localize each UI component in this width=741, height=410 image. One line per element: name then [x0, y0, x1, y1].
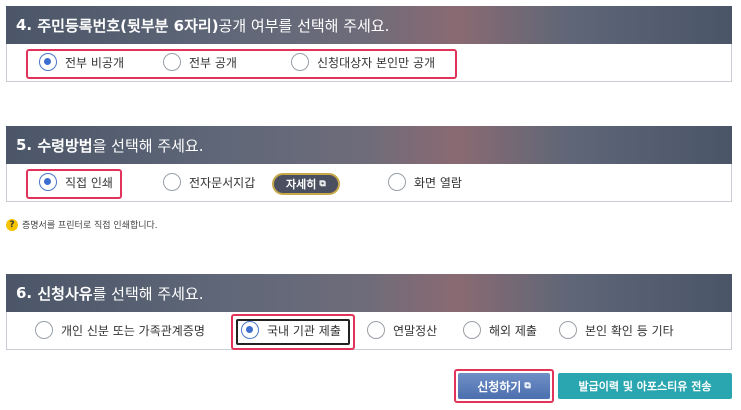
section5-title-bold: 수령방법 — [37, 136, 93, 155]
radio-icon[interactable] — [35, 321, 53, 339]
option-personal-family[interactable]: 개인 신분 또는 가족관계증명 — [35, 312, 205, 348]
apply-button[interactable]: 신청하기 ⧉ — [458, 373, 550, 399]
section5-title-rest: 을 선택해 주세요. — [92, 136, 204, 155]
radio-icon[interactable] — [559, 321, 577, 339]
section4-header: 4. 주민등록번호(뒷부분 6자리) 공개 여부를 선택해 주세요. — [6, 6, 732, 44]
section6-number: 6. — [16, 284, 33, 302]
option-label: 연말정산 — [393, 323, 438, 338]
question-icon: ? — [6, 218, 18, 231]
help-note: ? 증명서를 프린터로 직접 인쇄합니다. — [6, 218, 158, 231]
history-button-label: 발급이력 및 아포스티유 전송 — [578, 380, 712, 393]
external-link-icon: ⧉ — [319, 179, 326, 189]
option-label: 전자문서지갑 — [189, 175, 256, 190]
radio-icon[interactable] — [388, 173, 406, 191]
option-label: 해외 제출 — [489, 323, 537, 338]
focus-outline — [236, 319, 350, 345]
issuance-history-button[interactable]: 발급이력 및 아포스티유 전송 — [558, 373, 732, 399]
option-overseas[interactable]: 해외 제출 — [463, 312, 537, 348]
option-label: 화면 열람 — [414, 175, 462, 190]
radio-icon[interactable] — [163, 173, 181, 191]
external-link-icon: ⧉ — [524, 381, 531, 391]
section5-number: 5. — [16, 136, 33, 154]
section6-header: 6. 신청사유 를 선택해 주세요. — [6, 274, 732, 312]
radio-icon[interactable] — [463, 321, 481, 339]
section6-title-bold: 신청사유 — [37, 284, 93, 303]
section5-header: 5. 수령방법 을 선택해 주세요. — [6, 126, 732, 164]
option-year-end-tax[interactable]: 연말정산 — [367, 312, 437, 348]
apply-button-label: 신청하기 — [477, 379, 522, 394]
help-text: 증명서를 프린터로 직접 인쇄합니다. — [22, 221, 158, 231]
highlight-box — [26, 169, 122, 199]
section4-title-bold: 주민등록번호(뒷부분 6자리) — [37, 16, 219, 35]
detail-button-label: 자세히 — [286, 178, 317, 191]
option-e-wallet[interactable]: 전자문서지갑 — [163, 164, 255, 200]
option-identity-other[interactable]: 본인 확인 등 기타 — [559, 312, 674, 348]
option-screen-view[interactable]: 화면 열람 — [388, 164, 462, 200]
highlight-box — [26, 49, 457, 79]
section4-number: 4. — [16, 16, 33, 34]
option-label: 개인 신분 또는 가족관계증명 — [61, 323, 205, 338]
section4-title-rest: 공개 여부를 선택해 주세요. — [218, 16, 390, 35]
section6-title-rest: 를 선택해 주세요. — [92, 284, 204, 303]
radio-icon[interactable] — [367, 321, 385, 339]
detail-button[interactable]: 자세히 ⧉ — [272, 173, 340, 195]
section6-options: 개인 신분 또는 가족관계증명 국내 기관 제출 연말정산 해외 제출 본인 확… — [6, 312, 732, 350]
option-label: 본인 확인 등 기타 — [585, 323, 674, 338]
